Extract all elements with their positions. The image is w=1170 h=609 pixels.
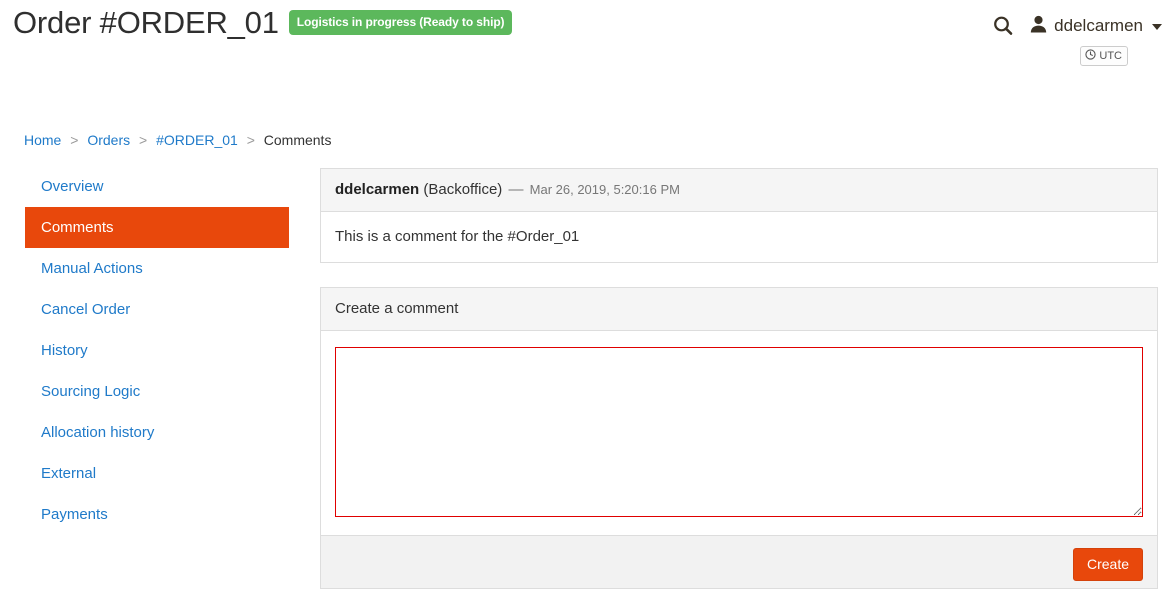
comment-author: ddelcarmen: [335, 181, 420, 198]
sidebar-item-comments[interactable]: Comments: [25, 207, 289, 248]
chevron-down-icon: [1152, 24, 1162, 30]
breadcrumb-separator: >: [139, 132, 148, 148]
create-button[interactable]: Create: [1072, 548, 1143, 581]
create-comment-heading: Create a comment: [321, 288, 1157, 331]
breadcrumb-item-order-id[interactable]: #ORDER_01: [156, 132, 238, 148]
status-badge: Logistics in progress (Ready to ship): [288, 10, 513, 35]
sidebar-item-history[interactable]: History: [25, 330, 289, 371]
comment-body: This is a comment for the #Order_01: [335, 228, 580, 245]
top-header: Order #ORDER_01 Logistics in progress (Re…: [0, 0, 1170, 72]
search-icon[interactable]: [992, 15, 1014, 37]
user-menu[interactable]: ddelcarmen: [1030, 15, 1162, 38]
create-comment-form: [321, 331, 1157, 535]
breadcrumb-item-orders[interactable]: Orders: [87, 132, 130, 148]
comment-panel: ddelcarmen (Backoffice) — Mar 26, 2019, …: [320, 168, 1158, 263]
top-right-controls: ddelcarmen UTC: [992, 12, 1162, 66]
breadcrumb-item-comments: Comments: [263, 132, 332, 148]
breadcrumb-separator: >: [246, 132, 255, 148]
username-label: ddelcarmen: [1054, 16, 1143, 35]
timezone-badge[interactable]: UTC: [1080, 46, 1128, 66]
comment-textarea[interactable]: [335, 347, 1143, 517]
breadcrumb: Home > Orders > #ORDER_01 > Comments: [24, 132, 331, 148]
create-comment-footer: Create: [321, 535, 1157, 588]
sidebar-item-overview[interactable]: Overview: [25, 166, 289, 207]
sidebar-item-manual-actions[interactable]: Manual Actions: [25, 248, 289, 289]
page-title-text: Order #ORDER_01: [13, 5, 279, 40]
comment-dash: —: [508, 181, 524, 198]
user-icon: [1030, 15, 1047, 38]
sidebar-item-sourcing-logic[interactable]: Sourcing Logic: [25, 371, 289, 412]
comment-source: (Backoffice): [423, 181, 503, 198]
create-comment-panel: Create a comment Create: [320, 287, 1158, 589]
page-title: Order #ORDER_01 Logistics in progress (Re…: [13, 2, 513, 44]
clock-icon: [1085, 49, 1097, 63]
sidebar-item-cancel-order[interactable]: Cancel Order: [25, 289, 289, 330]
sidebar-nav: Overview Comments Manual Actions Cancel …: [25, 166, 289, 535]
content-area: ddelcarmen (Backoffice) — Mar 26, 2019, …: [320, 168, 1158, 589]
sidebar-item-payments[interactable]: Payments: [25, 494, 289, 535]
breadcrumb-separator: >: [70, 132, 79, 148]
sidebar-item-external[interactable]: External: [25, 453, 289, 494]
comment-timestamp: Mar 26, 2019, 5:20:16 PM: [529, 182, 680, 197]
top-right-row: ddelcarmen: [992, 12, 1162, 40]
comment-meta: ddelcarmen (Backoffice) — Mar 26, 2019, …: [321, 169, 1157, 212]
breadcrumb-item-home[interactable]: Home: [24, 132, 61, 148]
timezone-label: UTC: [1099, 50, 1122, 62]
sidebar-item-allocation-history[interactable]: Allocation history: [25, 412, 289, 453]
